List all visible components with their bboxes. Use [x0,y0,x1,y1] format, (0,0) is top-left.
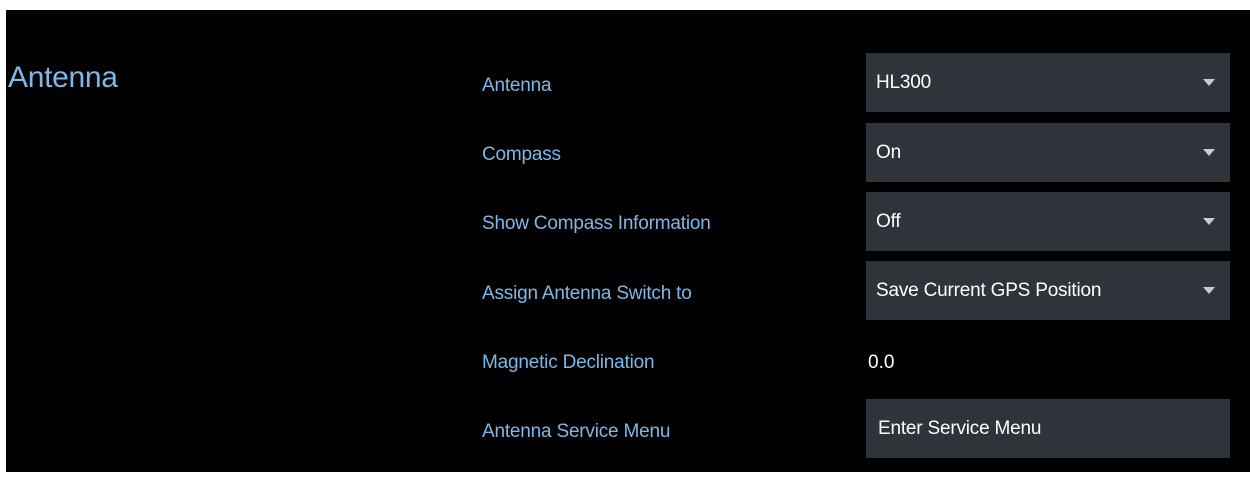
show-compass-information-dropdown[interactable]: Off [866,192,1230,251]
caret-down-icon [1203,218,1215,225]
antenna-dropdown[interactable]: HL300 [866,53,1230,112]
caret-down-icon [1203,79,1215,86]
antenna-settings-panel: Antenna Antenna HL300 Compass On Show Co… [6,10,1250,472]
magnetic-declination-value[interactable]: 0.0 [868,351,894,375]
show-compass-information-dropdown-value: Off [876,211,901,232]
compass-dropdown[interactable]: On [866,123,1230,182]
caret-down-icon [1203,287,1215,294]
antenna-label: Antenna [482,75,552,96]
assign-antenna-switch-label: Assign Antenna Switch to [482,283,692,304]
section-title: Antenna [8,61,118,94]
assign-antenna-switch-dropdown[interactable]: Save Current GPS Position [866,261,1230,320]
assign-antenna-switch-dropdown-value: Save Current GPS Position [876,280,1102,301]
compass-dropdown-value: On [876,142,901,163]
enter-service-menu-button[interactable]: Enter Service Menu [866,399,1230,458]
antenna-dropdown-value: HL300 [876,72,931,93]
caret-down-icon [1203,149,1215,156]
magnetic-declination-label: Magnetic Declination [482,352,655,373]
enter-service-menu-button-label: Enter Service Menu [878,418,1042,439]
compass-label: Compass [482,144,561,165]
show-compass-information-label: Show Compass Information [482,213,711,234]
antenna-service-menu-label: Antenna Service Menu [482,421,671,442]
